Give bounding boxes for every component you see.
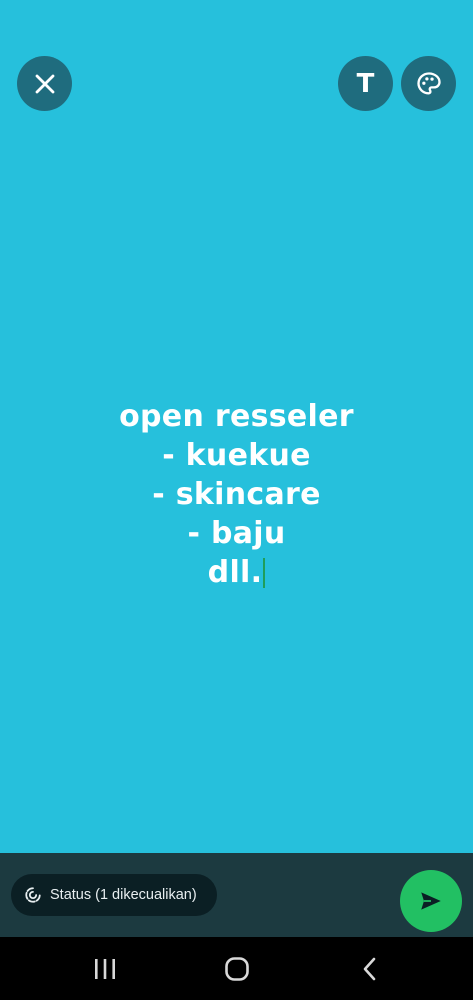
send-icon [421,892,441,910]
text-style-icon: T [356,68,375,99]
status-audience-label: Status (1 dikecualikan) [50,887,197,903]
send-button[interactable] [400,870,462,932]
back-icon [363,957,376,981]
status-text-line: - skincare [152,477,321,512]
recents-button[interactable] [75,949,135,989]
home-button[interactable] [207,949,267,989]
status-canvas[interactable]: T open resseler - kuekue - skincare - ba… [0,0,473,853]
status-text-line: - kuekue [162,438,311,473]
status-bottom-bar: Status (1 dikecualikan) [0,853,473,937]
status-text-line: open resseler [119,399,354,434]
status-ring-icon [25,887,41,903]
recents-icon [95,959,115,979]
close-button[interactable] [17,56,72,111]
system-navigation-bar [0,937,473,1000]
background-color-button[interactable] [401,56,456,111]
status-text-line: dll. [207,555,263,590]
palette-icon [416,71,441,95]
status-text-line: - baju [187,516,286,551]
status-audience-chip[interactable]: Status (1 dikecualikan) [11,874,217,916]
home-icon [225,957,249,981]
close-icon [35,74,54,93]
text-style-button[interactable]: T [338,56,393,111]
status-text-input[interactable]: open resseler - kuekue - skincare - baju… [0,397,473,592]
status-text-last-line: dll. [0,553,473,592]
back-button[interactable] [340,949,400,989]
text-cursor [263,558,266,588]
status-text-editor-screen: T open resseler - kuekue - skincare - ba… [0,0,473,1000]
